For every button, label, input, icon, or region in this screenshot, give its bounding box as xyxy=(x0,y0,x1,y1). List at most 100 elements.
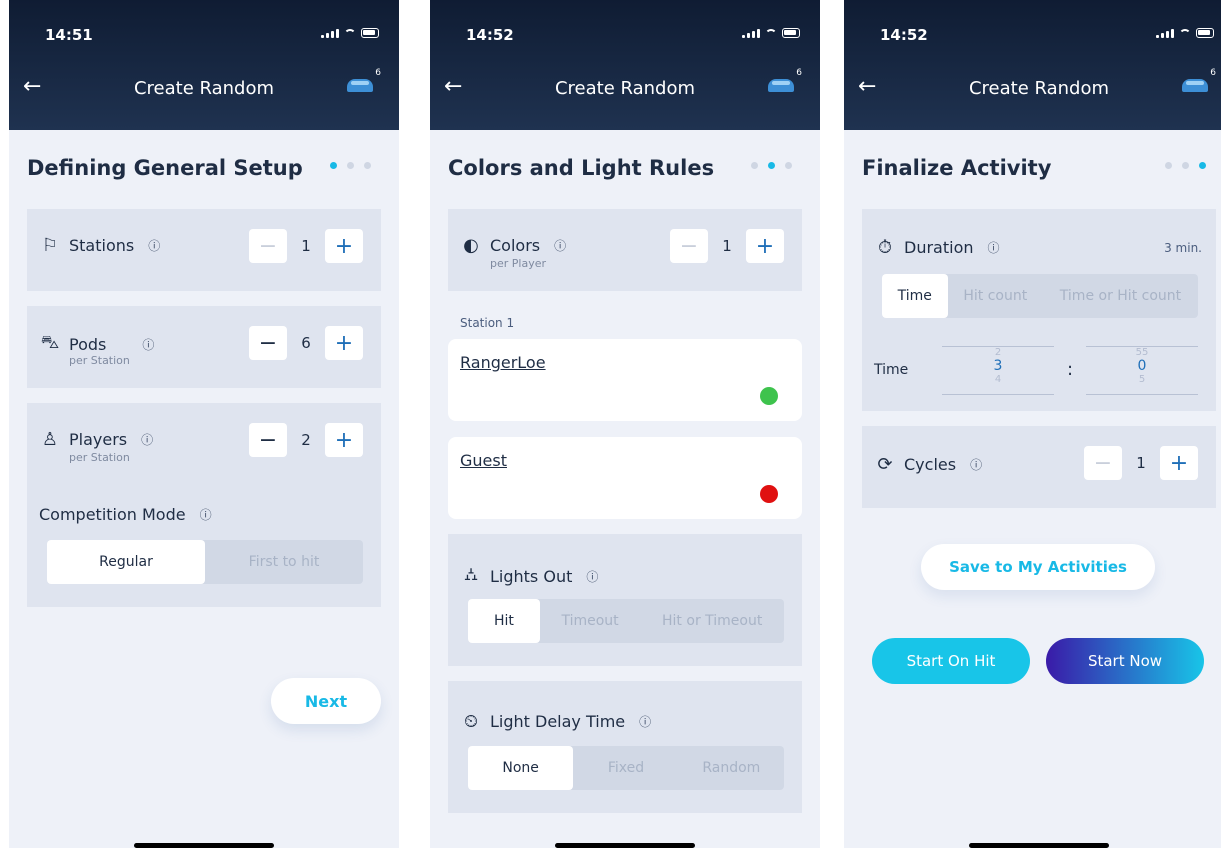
pods-sublabel: per Station xyxy=(69,354,130,367)
start-now-button[interactable]: Start Now xyxy=(1046,638,1204,684)
battery-icon xyxy=(782,28,800,38)
option-time-or-hit-count[interactable]: Time or Hit count xyxy=(1043,274,1198,318)
start-on-hit-button[interactable]: Start On Hit xyxy=(872,638,1030,684)
cycles-value: 1 xyxy=(1136,454,1146,472)
flag-icon: ⚐ xyxy=(41,235,59,256)
lights-out-card: ⛼ Lights Out ⓘ Hit Timeout Hit or Timeou… xyxy=(448,534,802,666)
light-delay-label: Light Delay Time xyxy=(490,712,626,731)
player-card[interactable]: Guest xyxy=(448,437,802,519)
status-icons xyxy=(1156,28,1214,38)
info-icon[interactable]: ⓘ xyxy=(142,336,154,353)
info-icon[interactable]: ⓘ xyxy=(970,456,982,473)
decrement-button[interactable]: − xyxy=(249,326,287,360)
signal-icon xyxy=(1156,28,1174,38)
minutes-value: 3 xyxy=(993,358,1003,374)
player-card[interactable]: RangerLoe xyxy=(448,339,802,421)
home-indicator xyxy=(969,843,1109,848)
option-timeout[interactable]: Timeout xyxy=(540,599,641,643)
step-indicator xyxy=(1165,162,1206,169)
option-regular[interactable]: Regular xyxy=(47,540,205,584)
duration-mode-toggle: Time Hit count Time or Hit count xyxy=(882,274,1198,318)
signal-icon xyxy=(742,28,760,38)
stations-label: Stations xyxy=(69,236,135,255)
option-hit-or-timeout[interactable]: Hit or Timeout xyxy=(640,599,784,643)
step-dot-2 xyxy=(1182,162,1189,169)
colors-stepper: − 1 + xyxy=(670,229,784,263)
page-title: Finalize Activity xyxy=(862,156,1052,180)
increment-button[interactable]: + xyxy=(746,229,784,263)
wifi-icon xyxy=(344,28,356,38)
page-title: Colors and Light Rules xyxy=(448,156,715,180)
pods-connected-icon[interactable]: 6 xyxy=(768,68,802,92)
screen-general-setup: 14:51 ← Create Random 6 Defining General… xyxy=(9,0,399,848)
stations-row: ⚐ Stations ⓘ xyxy=(39,235,160,256)
step-dot-1 xyxy=(751,162,758,169)
person-icon: ♙ xyxy=(41,429,59,450)
minutes-prev: 2 xyxy=(994,347,1002,358)
header-title: Create Random xyxy=(968,78,1110,99)
status-icons xyxy=(321,28,379,38)
stopwatch-icon: ⏱ xyxy=(877,237,893,258)
option-first-to-hit[interactable]: First to hit xyxy=(205,540,363,584)
header-title: Create Random xyxy=(133,78,275,99)
option-time[interactable]: Time xyxy=(882,274,948,318)
stations-card: ⚐ Stations ⓘ − 1 + xyxy=(27,209,381,291)
station-label: Station 1 xyxy=(460,316,515,330)
info-icon[interactable]: ⓘ xyxy=(200,506,212,523)
lights-out-row: ⛼ Lights Out ⓘ xyxy=(460,564,598,588)
players-label: Players xyxy=(69,430,128,449)
signal-icon xyxy=(321,28,339,38)
decrement-button[interactable]: − xyxy=(249,423,287,457)
info-icon[interactable]: ⓘ xyxy=(141,431,153,448)
player-name[interactable]: Guest xyxy=(460,451,507,470)
minutes-next: 4 xyxy=(994,374,1002,385)
option-fixed[interactable]: Fixed xyxy=(573,746,678,790)
info-icon[interactable]: ⓘ xyxy=(586,568,598,585)
decrement-button[interactable]: − xyxy=(1084,446,1122,480)
light-delay-row: ⏲ Light Delay Time ⓘ xyxy=(460,711,651,732)
increment-button[interactable]: + xyxy=(325,326,363,360)
cycles-card: ⟳ Cycles ⓘ − 1 + xyxy=(862,426,1216,508)
pods-card: ⛍ Pods ⓘ per Station − 6 + xyxy=(27,306,381,388)
option-hit[interactable]: Hit xyxy=(468,599,540,643)
cycles-stepper: − 1 + xyxy=(1084,446,1198,480)
colors-row: ◐ Colors ⓘ xyxy=(460,235,566,256)
player-color-swatch[interactable] xyxy=(760,485,778,503)
decrement-button[interactable]: − xyxy=(249,229,287,263)
next-button[interactable]: Next xyxy=(271,678,381,724)
step-dot-1 xyxy=(330,162,337,169)
minutes-picker[interactable]: 2 3 4 xyxy=(942,347,1054,385)
player-color-swatch[interactable] xyxy=(760,387,778,405)
player-name[interactable]: RangerLoe xyxy=(460,353,546,372)
step-indicator xyxy=(751,162,792,169)
option-none[interactable]: None xyxy=(468,746,574,790)
increment-button[interactable]: + xyxy=(325,229,363,263)
pods-count-badge: 6 xyxy=(1210,68,1216,78)
players-value: 2 xyxy=(301,431,311,449)
option-random[interactable]: Random xyxy=(679,746,784,790)
app-header: 14:52 ← Create Random 6 xyxy=(844,0,1221,130)
cycles-label: Cycles xyxy=(904,455,957,474)
info-icon[interactable]: ⓘ xyxy=(148,237,160,254)
option-hit-count[interactable]: Hit count xyxy=(948,274,1043,318)
step-dot-3 xyxy=(785,162,792,169)
info-icon[interactable]: ⓘ xyxy=(639,713,651,730)
info-icon[interactable]: ⓘ xyxy=(988,239,1000,256)
step-dot-3 xyxy=(1199,162,1206,169)
pods-count-badge: 6 xyxy=(375,68,381,78)
screen-finalize-activity: 14:52 ← Create Random 6 Finalize Activit… xyxy=(844,0,1221,848)
lights-out-icon: ⛼ xyxy=(463,564,479,585)
duration-row: ⏱ Duration ⓘ xyxy=(874,237,1000,258)
info-icon[interactable]: ⓘ xyxy=(554,237,566,254)
pods-connected-icon[interactable]: 6 xyxy=(1182,68,1216,92)
save-to-my-activities-button[interactable]: Save to My Activities xyxy=(921,544,1155,590)
cycle-timer-icon: ⟳ xyxy=(877,454,893,475)
colors-card: ◐ Colors ⓘ per Player − 1 + xyxy=(448,209,802,291)
decrement-button[interactable]: − xyxy=(670,229,708,263)
increment-button[interactable]: + xyxy=(325,423,363,457)
seconds-picker[interactable]: 55 0 5 xyxy=(1086,347,1198,385)
time-separator: : xyxy=(1067,359,1074,380)
lights-out-label: Lights Out xyxy=(490,566,573,586)
pods-connected-icon[interactable]: 6 xyxy=(347,68,381,92)
increment-button[interactable]: + xyxy=(1160,446,1198,480)
